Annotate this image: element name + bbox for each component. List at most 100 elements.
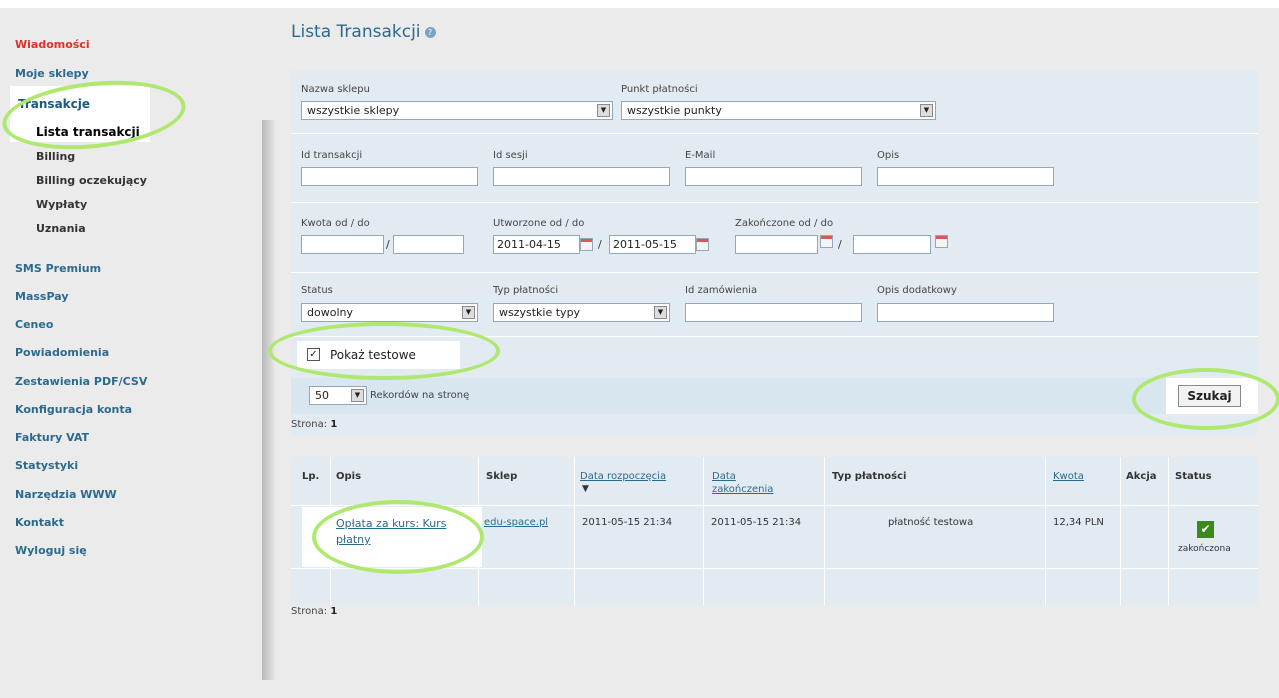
pagination-top: Strona: 1 (291, 419, 337, 430)
sidebar-item-konfiguracja[interactable]: Konfiguracja konta (15, 403, 132, 416)
status-select[interactable]: dowolny ▼ (301, 303, 478, 322)
header-opis: Opis (336, 471, 362, 482)
payment-type-select-value: wszystkie typy (499, 306, 581, 319)
top-strip (0, 0, 1279, 8)
created-from-input[interactable]: 2011-04-15 (493, 235, 580, 254)
transaction-id-input[interactable] (301, 167, 478, 186)
sidebar-item-uznania[interactable]: Uznania (36, 222, 86, 235)
check-icon: ✔ (1197, 521, 1214, 538)
shop-link[interactable]: edu-space.pl (484, 517, 548, 528)
header-sklep: Sklep (486, 471, 518, 482)
amount-from-input[interactable] (301, 235, 384, 254)
amount-to-input[interactable] (393, 235, 464, 254)
chevron-down-icon: ▼ (654, 306, 667, 319)
pagination-page[interactable]: 1 (330, 419, 337, 430)
per-page-label: Rekordów na stronę (370, 390, 470, 401)
email-label: E-Mail (685, 150, 716, 161)
payment-point-select-value: wszystkie punkty (627, 104, 722, 117)
sidebar-shadow (262, 120, 276, 680)
sidebar-item-zestawienia[interactable]: Zestawienia PDF/CSV (15, 375, 147, 388)
per-page-value: 50 (315, 389, 329, 402)
header-data-rozpoczecia[interactable]: Data rozpoczęcia (580, 471, 666, 482)
row-divider (291, 336, 1258, 337)
range-separator: / (838, 238, 842, 251)
chevron-down-icon: ▼ (920, 104, 933, 117)
transaction-description-link-2[interactable]: płatny (336, 533, 371, 546)
finished-label: Zakończone od / do (735, 218, 834, 229)
page-title: Lista Transakcji? (291, 22, 436, 42)
pagination-page[interactable]: 1 (330, 606, 337, 617)
sidebar-item-narzedzia-www[interactable]: Narzędzia WWW (15, 488, 117, 501)
sidebar-item-faktury-vat[interactable]: Faktury VAT (15, 431, 89, 444)
created-from-value: 2011-04-15 (497, 238, 561, 251)
search-button[interactable]: Szukaj (1178, 385, 1241, 407)
range-separator: / (598, 238, 602, 251)
column-divider (824, 457, 825, 605)
finished-to-input[interactable] (853, 235, 931, 254)
row-divider (291, 202, 1258, 203)
sidebar-item-wyplaty[interactable]: Wypłaty (36, 198, 87, 211)
sidebar-item-transakcje[interactable]: Transakcje (18, 97, 90, 111)
email-input[interactable] (685, 167, 862, 186)
sidebar-item-billing[interactable]: Billing (36, 150, 75, 163)
header-akcja: Akcja (1126, 471, 1157, 482)
sidebar-item-ceneo[interactable]: Ceneo (15, 318, 53, 331)
calendar-icon[interactable] (935, 235, 948, 248)
payment-type-select[interactable]: wszystkie typy ▼ (493, 303, 670, 322)
extra-description-label: Opis dodatkowy (877, 285, 957, 296)
sidebar-item-powiadomienia[interactable]: Powiadomienia (15, 346, 109, 359)
status-cell: zakończona (1178, 544, 1231, 554)
row-divider (291, 272, 1258, 273)
finished-from-input[interactable] (735, 235, 818, 254)
column-divider (1045, 457, 1046, 605)
sidebar-item-wiadomosci[interactable]: Wiadomości (15, 38, 90, 51)
description-label: Opis (877, 150, 900, 161)
status-select-value: dowolny (307, 306, 353, 319)
header-typ-platnosci: Typ płatności (832, 471, 907, 482)
description-cell-highlight (302, 507, 482, 567)
extra-description-input[interactable] (877, 303, 1054, 322)
order-id-label: Id zamówienia (685, 285, 758, 296)
header-data-zakonczenia[interactable]: Data (712, 471, 736, 482)
created-to-input[interactable]: 2011-05-15 (609, 235, 696, 254)
sidebar-item-masspay[interactable]: MassPay (15, 290, 69, 303)
status-label: Status (301, 285, 333, 296)
sidebar-item-sms-premium[interactable]: SMS Premium (15, 262, 101, 275)
end-date-cell: 2011-05-15 21:34 (711, 517, 802, 528)
range-separator: / (386, 238, 390, 251)
calendar-icon[interactable] (696, 238, 709, 251)
header-kwota[interactable]: Kwota (1053, 471, 1084, 482)
pagination-label: Strona: (291, 606, 328, 617)
sidebar-item-lista-transakcji[interactable]: Lista transakcji (36, 125, 140, 139)
help-icon[interactable]: ? (424, 26, 436, 38)
show-test-label[interactable]: Pokaż testowe (330, 348, 416, 362)
transaction-description-link[interactable]: Opłata za kurs: Kurs (336, 517, 446, 530)
calendar-icon[interactable] (580, 238, 593, 251)
sidebar-item-billing-oczekujacy[interactable]: Billing oczekujący (36, 174, 147, 187)
session-id-input[interactable] (493, 167, 670, 186)
pagination-bottom: Strona: 1 (291, 606, 337, 617)
chevron-down-icon: ▼ (462, 306, 475, 319)
created-label: Utworzone od / do (493, 218, 585, 229)
show-test-checkbox[interactable]: ✓ (307, 348, 320, 361)
page-title-text: Lista Transakcji (291, 22, 421, 42)
chevron-down-icon: ▼ (597, 104, 610, 117)
column-divider (574, 457, 575, 605)
chevron-down-icon: ▼ (351, 389, 364, 402)
description-input[interactable] (877, 167, 1054, 186)
sidebar-item-moje-sklepy[interactable]: Moje sklepy (15, 67, 89, 80)
per-page-select[interactable]: 50 ▼ (309, 386, 367, 405)
order-id-input[interactable] (685, 303, 862, 322)
shop-select[interactable]: wszystkie sklepy ▼ (301, 101, 613, 120)
created-to-value: 2011-05-15 (613, 238, 677, 251)
sidebar-item-statystyki[interactable]: Statystyki (15, 459, 78, 472)
shop-select-value: wszystkie sklepy (307, 104, 400, 117)
header-data-zakonczenia-2[interactable]: zakończenia (712, 484, 773, 495)
start-date-cell: 2011-05-15 21:34 (582, 517, 673, 528)
calendar-icon[interactable] (820, 235, 833, 248)
column-divider (1168, 457, 1169, 605)
sidebar-item-wyloguj[interactable]: Wyloguj się (15, 544, 87, 557)
sidebar-item-kontakt[interactable]: Kontakt (15, 516, 64, 529)
payment-type-cell: płatność testowa (888, 517, 974, 528)
payment-point-select[interactable]: wszystkie punkty ▼ (621, 101, 936, 120)
